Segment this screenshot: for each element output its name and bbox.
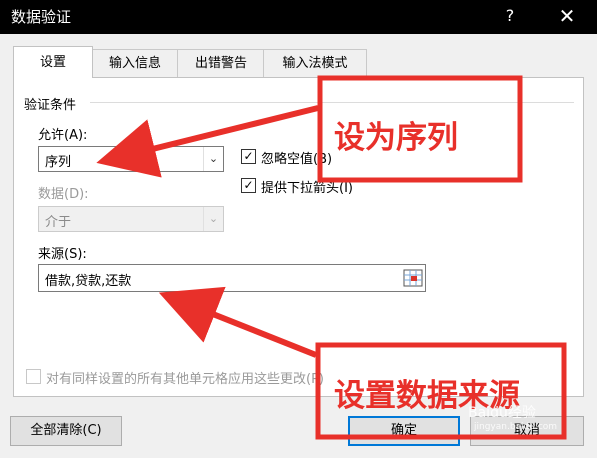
annotation-arrow-source bbox=[158, 286, 318, 358]
annotation-set-sequence: 设为序列 bbox=[334, 120, 458, 156]
annotation-arrow-sequence bbox=[96, 105, 319, 178]
tab-settings[interactable]: 设置 bbox=[13, 46, 93, 78]
watermark-logo: Baidu经验 bbox=[468, 405, 536, 421]
watermark-url: jingyan.baidu.com bbox=[474, 422, 558, 432]
data-validation-dialog: 数据验证 ? ✕ 设置 输入信息 出错警告 输入法模式 验证条件 允许(A): … bbox=[0, 0, 597, 458]
